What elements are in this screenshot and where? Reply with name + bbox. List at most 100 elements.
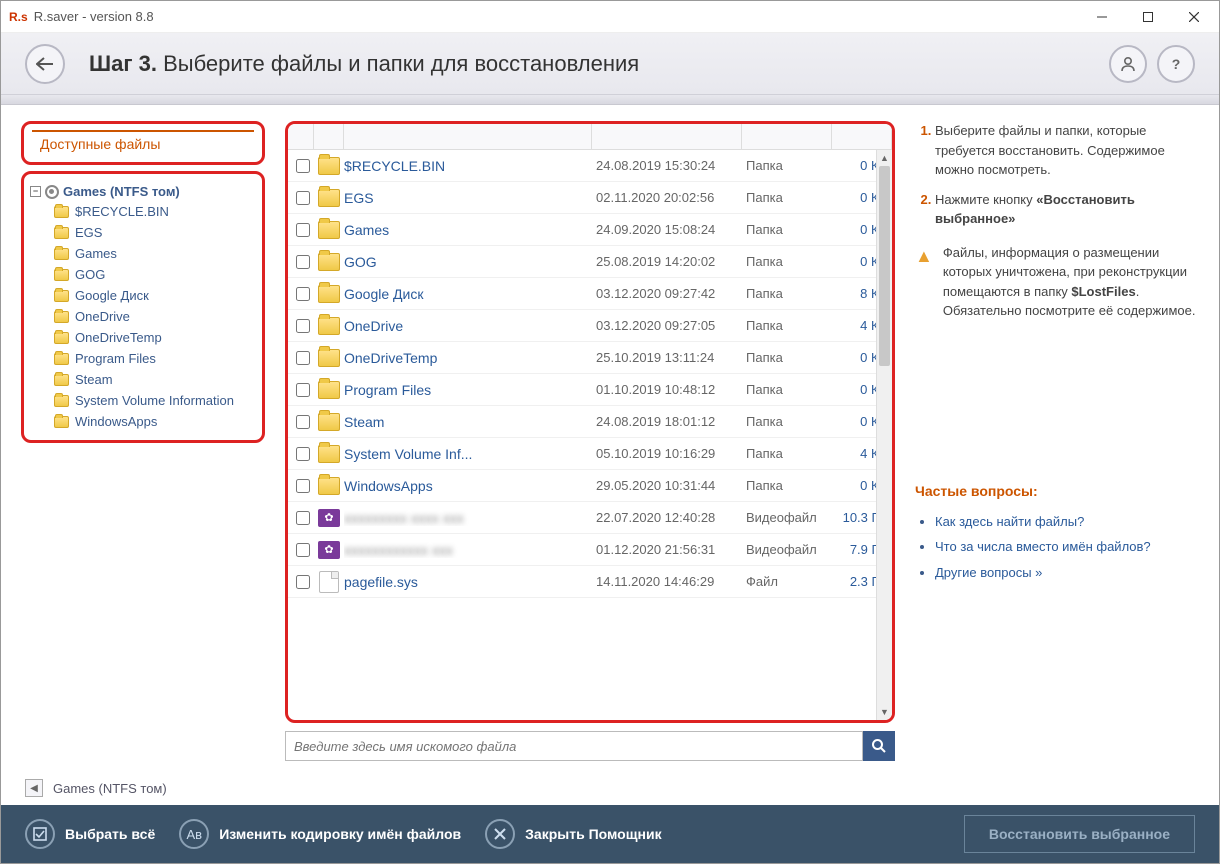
breadcrumb-back-button[interactable]: ◀: [25, 779, 43, 797]
folder-icon: [318, 317, 340, 335]
user-button[interactable]: [1109, 45, 1147, 83]
table-row[interactable]: Steam24.08.2019 18:01:12Папка0 Кб: [288, 406, 892, 438]
table-header[interactable]: [288, 124, 892, 150]
breadcrumb-path[interactable]: Games (NTFS том): [53, 781, 167, 796]
folder-icon: [318, 477, 340, 495]
table-row[interactable]: WindowsApps29.05.2020 10:31:44Папка0 Кб: [288, 470, 892, 502]
faq-link[interactable]: Что за числа вместо имён файлов?: [935, 537, 1199, 557]
row-checkbox[interactable]: [296, 447, 310, 461]
tree-item-label: EGS: [75, 225, 102, 240]
table-row[interactable]: Program Files01.10.2019 10:48:12Папка0 К…: [288, 374, 892, 406]
scrollbar-thumb[interactable]: [879, 166, 890, 366]
row-checkbox[interactable]: [296, 223, 310, 237]
tree-item[interactable]: OneDriveTemp: [30, 327, 256, 348]
row-checkbox[interactable]: [296, 191, 310, 205]
search-button[interactable]: [863, 731, 895, 761]
row-checkbox[interactable]: [296, 543, 310, 557]
tip-step-1: Выберите файлы и папки, которые требуетс…: [935, 121, 1199, 180]
row-checkbox[interactable]: [296, 255, 310, 269]
disk-icon: [45, 185, 59, 199]
row-checkbox[interactable]: [296, 351, 310, 365]
table-row[interactable]: ✿xxxxxxxxxxxx xxx01.12.2020 21:56:31Виде…: [288, 534, 892, 566]
sidebar-tab-highlight: Доступные файлы: [21, 121, 265, 165]
table-row[interactable]: $RECYCLE.BIN24.08.2019 15:30:24Папка0 Кб: [288, 150, 892, 182]
table-row[interactable]: Google Диск03.12.2020 09:27:42Папка8 Кб: [288, 278, 892, 310]
breadcrumb: ◀ Games (NTFS том): [1, 771, 1219, 805]
tree-item-label: Program Files: [75, 351, 156, 366]
tips-pane: Выберите файлы и папки, которые требуетс…: [915, 121, 1199, 761]
row-name: $RECYCLE.BIN: [344, 158, 596, 174]
tree-item[interactable]: GOG: [30, 264, 256, 285]
row-checkbox[interactable]: [296, 383, 310, 397]
tree-item-label: Steam: [75, 372, 113, 387]
tree-item[interactable]: System Volume Information: [30, 390, 256, 411]
row-name: xxxxxxxxxxxx xxx: [344, 542, 596, 558]
folder-icon: [318, 157, 340, 175]
folder-icon: [54, 290, 69, 302]
table-row[interactable]: System Volume Inf...05.10.2019 10:16:29П…: [288, 438, 892, 470]
sidebar-tab-available-files[interactable]: Доступные файлы: [32, 130, 254, 156]
row-checkbox[interactable]: [296, 575, 310, 589]
restore-selected-button[interactable]: Восстановить выбранное: [964, 815, 1195, 853]
select-all-icon: [25, 819, 55, 849]
change-encoding-button[interactable]: Ав Изменить кодировку имён файлов: [179, 819, 461, 849]
row-checkbox[interactable]: [296, 511, 310, 525]
row-date: 24.09.2020 15:08:24: [596, 222, 746, 237]
table-row[interactable]: OneDriveTemp25.10.2019 13:11:24Папка0 Кб: [288, 342, 892, 374]
back-button[interactable]: [25, 44, 65, 84]
search-input[interactable]: [285, 731, 863, 761]
folder-icon: [54, 353, 69, 365]
close-button[interactable]: [1171, 2, 1217, 32]
table-row[interactable]: EGS02.11.2020 20:02:56Папка0 Кб: [288, 182, 892, 214]
tree-collapse-icon[interactable]: −: [30, 186, 41, 197]
row-checkbox[interactable]: [296, 479, 310, 493]
faq-link[interactable]: Другие вопросы »: [935, 563, 1199, 583]
faq-link[interactable]: Как здесь найти файлы?: [935, 512, 1199, 532]
row-type: Файл: [746, 574, 836, 589]
tree-item[interactable]: OneDrive: [30, 306, 256, 327]
close-helper-button[interactable]: Закрыть Помощник: [485, 819, 661, 849]
scroll-up-icon[interactable]: ▲: [877, 150, 892, 166]
row-checkbox[interactable]: [296, 415, 310, 429]
row-checkbox[interactable]: [296, 287, 310, 301]
row-name: WindowsApps: [344, 478, 596, 494]
row-date: 25.10.2019 13:11:24: [596, 350, 746, 365]
window-title: R.saver - version 8.8: [34, 9, 1079, 24]
close-icon: [485, 819, 515, 849]
tree-item[interactable]: Program Files: [30, 348, 256, 369]
scroll-down-icon[interactable]: ▼: [877, 704, 892, 720]
table-row[interactable]: pagefile.sys14.11.2020 14:46:29Файл2.3 Г…: [288, 566, 892, 598]
tree-item[interactable]: EGS: [30, 222, 256, 243]
arrow-left-icon: [36, 57, 54, 71]
folder-icon: [54, 206, 69, 218]
vertical-scrollbar[interactable]: ▲ ▼: [876, 150, 892, 720]
tree-item[interactable]: WindowsApps: [30, 411, 256, 432]
table-row[interactable]: Games24.09.2020 15:08:24Папка0 Кб: [288, 214, 892, 246]
minimize-button[interactable]: [1079, 2, 1125, 32]
warning-icon: ▲: [915, 243, 933, 321]
tree-item[interactable]: $RECYCLE.BIN: [30, 201, 256, 222]
row-checkbox[interactable]: [296, 159, 310, 173]
row-type: Папка: [746, 254, 836, 269]
maximize-button[interactable]: [1125, 2, 1171, 32]
tree-root-node[interactable]: − Games (NTFS том): [30, 182, 256, 201]
svg-text:?: ?: [1172, 56, 1181, 72]
table-row[interactable]: ✿xxxxxxxxx xxxx xxx22.07.2020 12:40:28Ви…: [288, 502, 892, 534]
folder-icon: [318, 285, 340, 303]
row-date: 05.10.2019 10:16:29: [596, 446, 746, 461]
tree-item-label: OneDrive: [75, 309, 130, 324]
table-row[interactable]: GOG25.08.2019 14:20:02Папка0 Кб: [288, 246, 892, 278]
row-date: 03.12.2020 09:27:42: [596, 286, 746, 301]
row-date: 24.08.2019 18:01:12: [596, 414, 746, 429]
folder-icon: [54, 332, 69, 344]
row-checkbox[interactable]: [296, 319, 310, 333]
tree-item[interactable]: Games: [30, 243, 256, 264]
table-row[interactable]: OneDrive03.12.2020 09:27:05Папка4 Кб: [288, 310, 892, 342]
tree-item[interactable]: Steam: [30, 369, 256, 390]
row-date: 25.08.2019 14:20:02: [596, 254, 746, 269]
select-all-button[interactable]: Выбрать всё: [25, 819, 155, 849]
tree-item-label: WindowsApps: [75, 414, 157, 429]
tree-item-label: Games: [75, 246, 117, 261]
tree-item[interactable]: Google Диск: [30, 285, 256, 306]
help-button[interactable]: ?: [1157, 45, 1195, 83]
